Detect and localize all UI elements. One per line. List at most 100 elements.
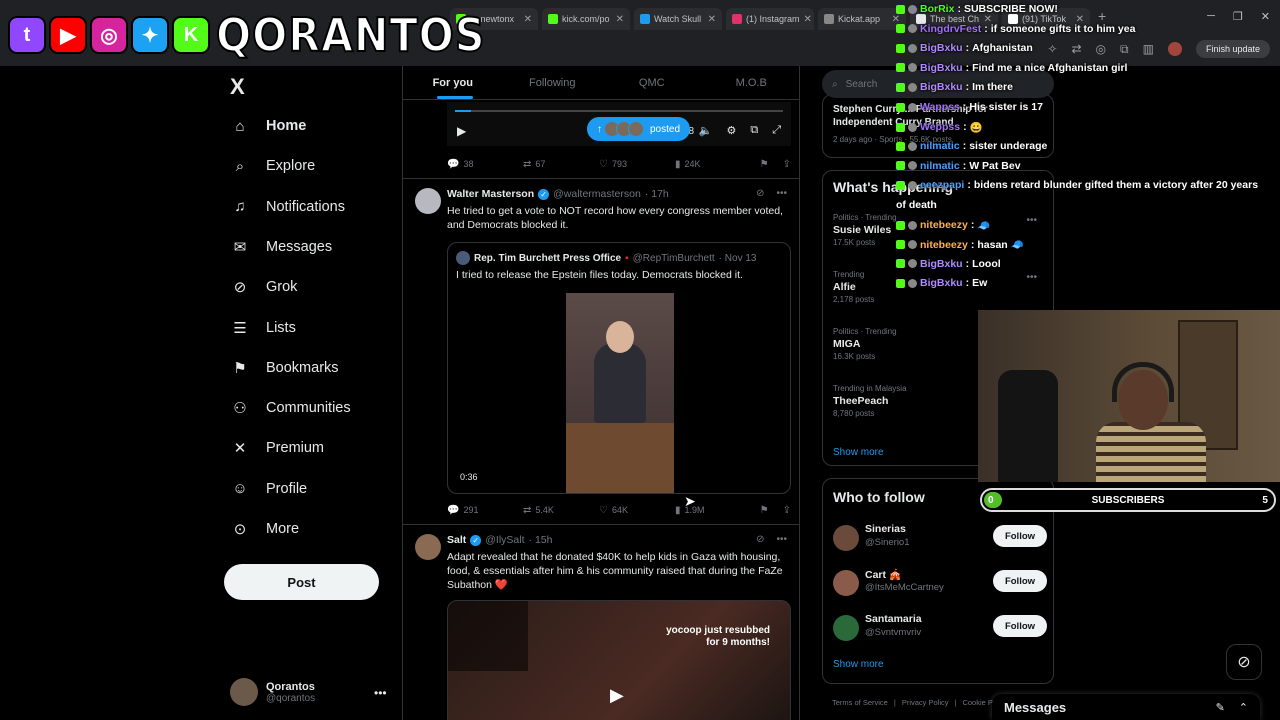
bookmark-icon[interactable]: ⚑ (760, 159, 769, 170)
play-icon[interactable]: ▶ (610, 685, 624, 706)
quote-video[interactable] (566, 293, 674, 493)
x-logo-icon[interactable]: X (230, 74, 245, 100)
tab-for-you[interactable]: For you (403, 66, 503, 99)
nav-item-profile[interactable]: ☺ Profile (230, 477, 307, 501)
quoted-tweet[interactable]: Rep. Tim Burchett Press Office ▪ @RepTim… (447, 242, 791, 494)
tab-following[interactable]: Following (503, 66, 603, 99)
chat-message: BorRix : SUBSCRIBE NOW! (896, 3, 1058, 15)
sub-badge-icon (908, 4, 917, 14)
follow-button[interactable]: Follow (993, 615, 1047, 637)
compose-message-icon[interactable]: ✎ (1216, 701, 1225, 714)
author-name[interactable]: Salt (447, 534, 466, 546)
nav-item-bookmarks[interactable]: ⚑ Bookmarks (230, 356, 338, 380)
chat-message: of death (896, 199, 937, 211)
views-button[interactable]: ▮ 24K (675, 159, 751, 170)
nav-item-communities[interactable]: ⚇ Communities (230, 396, 350, 420)
tweet-time[interactable]: · 17h (645, 188, 669, 200)
follow-button[interactable]: Follow (993, 525, 1047, 547)
author-name[interactable]: Walter Masterson (447, 188, 534, 200)
screen: mrnewtonx ✕ kick.com/po ✕ Watch Skull ✕ (1) In… (0, 0, 1280, 720)
account-name: Qorantos (266, 680, 315, 693)
post-button[interactable]: Post (224, 564, 379, 600)
nav-item-more[interactable]: ⊙ More (230, 517, 299, 541)
reply-button[interactable]: 💬 38 (447, 159, 523, 170)
tab-qmc[interactable]: QMC (602, 66, 702, 99)
fullscreen-icon[interactable]: ⤢ (772, 124, 781, 137)
tab-close-icon[interactable]: ✕ (804, 14, 812, 25)
follow-suggestion[interactable]: Santamaria @Svntvmvriv Follow (833, 613, 1047, 649)
browser-tab[interactable]: kick.com/po ✕ (542, 8, 630, 30)
follow-suggestion[interactable]: Sinerias @Sinerio1 Follow (833, 523, 1047, 559)
nav-item-grok[interactable]: ⊘ Grok (230, 275, 298, 299)
account-switcher[interactable]: Qorantos @qorantos (230, 678, 315, 706)
nav-item-messages[interactable]: ✉ Messages (230, 235, 332, 259)
chat-separator: : (957, 3, 961, 15)
sub-badge-icon (908, 161, 917, 171)
show-more-link[interactable]: Show more (833, 659, 884, 670)
chat-username: nitebeezy (920, 238, 968, 251)
author-handle[interactable]: @waltermasterson (553, 188, 641, 200)
tweet-video[interactable]: yocoop just resubbed for 9 months! ▶ (447, 600, 791, 720)
nav-item-home[interactable]: ⌂ Home (230, 114, 306, 138)
play-icon[interactable]: ▶ (457, 124, 466, 138)
chat-username: BigBxku (920, 257, 963, 270)
chat-message: BigBxku : Im there (896, 81, 1013, 93)
follow-suggestion[interactable]: Cart 🎪 @ItsMeMcCartney Follow (833, 568, 1047, 604)
like-button[interactable]: ♡ 64K (599, 505, 675, 516)
nav-item-notifications[interactable]: ♫ Notifications (230, 195, 345, 219)
grok-icon: ⊘ (1237, 654, 1251, 671)
nav-item-explore[interactable]: ⌕ Explore (230, 154, 315, 178)
tab-m-o-b[interactable]: M.O.B (702, 66, 800, 99)
grok-icon[interactable]: ⊘ (756, 534, 764, 545)
repost-button[interactable]: ⇄ 67 (523, 159, 599, 170)
share-icon[interactable]: ⇪ (783, 159, 791, 170)
tab-close-icon[interactable]: ✕ (616, 14, 624, 25)
grok-icon[interactable]: ⊘ (756, 188, 764, 199)
stream-chat-overlay: BorRix : SUBSCRIBE NOW! KingdrvFest : if so… (896, 0, 1280, 300)
browser-tab[interactable]: Watch Skull ✕ (634, 8, 722, 30)
footer-link[interactable]: Privacy Policy (902, 698, 949, 707)
chat-text: Loool (972, 257, 1001, 270)
suggestion-name: Sinerias (865, 523, 906, 535)
bell-icon: ♫ (234, 198, 246, 216)
follow-button[interactable]: Follow (993, 570, 1047, 592)
grok-button[interactable]: ⊘ (1226, 644, 1262, 680)
reply-button[interactable]: 💬 291 (447, 505, 523, 516)
show-more-link[interactable]: Show more (833, 447, 884, 458)
like-count: 64K (611, 505, 628, 515)
footer-link[interactable]: Cookie P (962, 698, 992, 707)
tab-close-icon[interactable]: ✕ (524, 14, 532, 25)
more-icon[interactable]: ••• (776, 534, 787, 545)
more-icon[interactable]: ••• (776, 188, 787, 199)
new-posts-pill[interactable]: ↑ posted (587, 117, 691, 141)
repost-button[interactable]: ⇄ 5.4K (523, 505, 599, 516)
video-progress[interactable] (455, 110, 783, 112)
avatar[interactable] (415, 534, 441, 560)
more-options-icon[interactable]: ••• (374, 686, 387, 700)
browser-tab[interactable]: (1) Instagram ✕ (726, 8, 814, 30)
bookmark-icon[interactable]: ⚑ (760, 505, 769, 516)
share-icon[interactable]: ⇪ (783, 505, 791, 516)
volume-icon[interactable]: 🔈 (699, 124, 713, 137)
chat-message: Weppss : 😀 (896, 121, 983, 134)
nav-item-premium[interactable]: ✕ Premium (230, 436, 324, 460)
pip-icon[interactable]: ⧉ (750, 124, 758, 137)
settings-icon[interactable]: ⚙ (726, 124, 736, 137)
messages-drawer[interactable]: Messages ✎ ⌃ (992, 694, 1260, 720)
footer-link[interactable]: Terms of Service (832, 698, 888, 707)
suggestion-handle: @ItsMeMcCartney (865, 582, 944, 593)
like-button[interactable]: ♡ 793 (599, 159, 675, 170)
video-player[interactable]: ▶ ↑ posted / 0:28 🔈 ⚙ ⧉ ⤢ (447, 102, 791, 146)
tab-close-icon[interactable]: ✕ (708, 14, 716, 25)
browser-tab[interactable]: Kickat.app ✕ (818, 8, 906, 30)
nav-item-label: Premium (266, 440, 325, 457)
tab-title: Watch Skull (654, 14, 702, 24)
nav-item-label: Grok (266, 279, 298, 296)
tweet-time[interactable]: · 15h (529, 534, 553, 546)
avatar[interactable] (415, 188, 441, 214)
author-handle[interactable]: @IlySalt (485, 534, 524, 546)
subscriber-current: 0 (988, 494, 994, 506)
expand-icon[interactable]: ⌃ (1239, 701, 1248, 714)
nav-item-lists[interactable]: ☰ Lists (230, 316, 296, 340)
chat-separator: : (965, 81, 970, 94)
